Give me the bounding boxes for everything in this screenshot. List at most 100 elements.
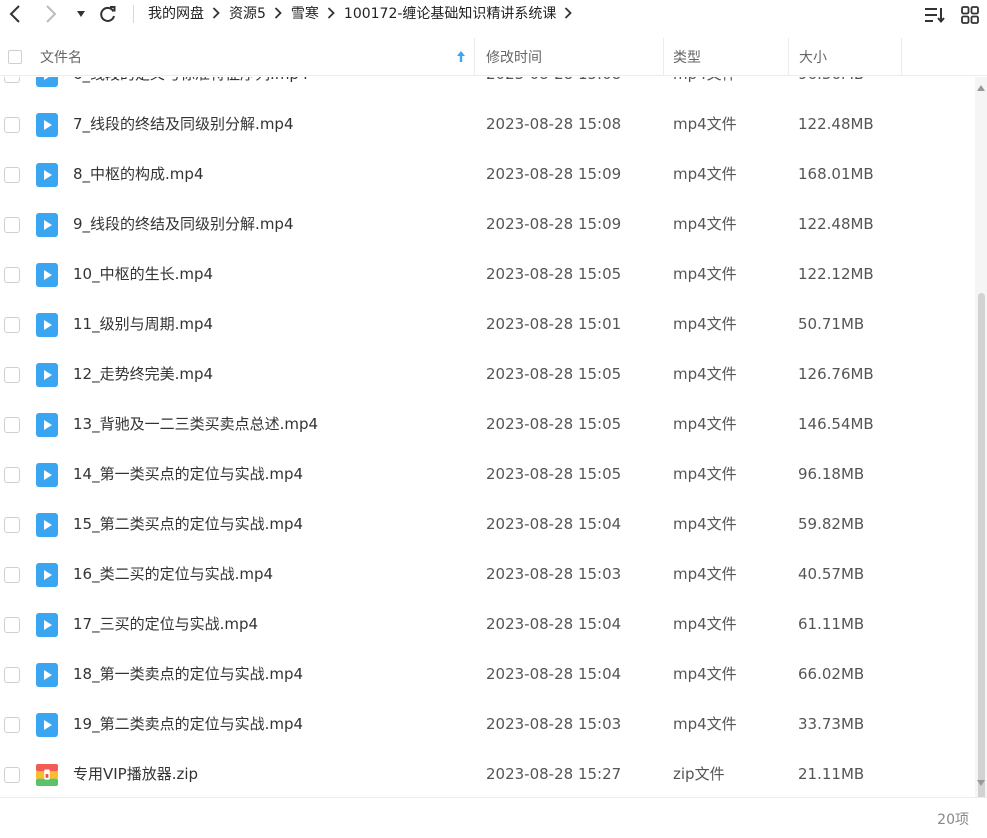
chevron-right-icon xyxy=(46,5,57,23)
file-row[interactable]: 9_线段的终结及同级别分解.mp4 2023-08-28 15:09 mp4文件 12… xyxy=(0,199,975,249)
file-name[interactable]: 15_第二类买点的定位与实战.mp4 xyxy=(73,499,303,549)
file-name[interactable]: 6_线段的定义与标准特征序列.mp4 xyxy=(73,77,309,99)
grid-view-icon xyxy=(961,6,979,24)
file-row[interactable]: 17_三买的定位与实战.mp4 2023-08-28 15:04 mp4文件 61.1… xyxy=(0,599,975,649)
grid-view-button[interactable] xyxy=(959,4,981,26)
file-name[interactable]: 17_三买的定位与实战.mp4 xyxy=(73,599,258,649)
row-checkbox[interactable] xyxy=(4,117,20,133)
row-checkbox[interactable] xyxy=(4,217,20,233)
scrollbar-thumb[interactable] xyxy=(978,293,985,803)
scroll-up-icon[interactable] xyxy=(977,85,985,91)
caret-down-icon xyxy=(77,11,85,17)
file-size: 33.73MB xyxy=(798,715,865,733)
breadcrumb-item[interactable]: 我的网盘 xyxy=(148,3,204,23)
file-name[interactable]: 14_第一类买点的定位与实战.mp4 xyxy=(73,449,303,499)
video-file-icon xyxy=(36,413,58,437)
file-type: mp4文件 xyxy=(673,715,737,733)
file-row[interactable]: 19_第二类卖点的定位与实战.mp4 2023-08-28 15:03 mp4文件 3… xyxy=(0,699,975,749)
row-checkbox[interactable] xyxy=(4,417,20,433)
column-header-type[interactable]: 类型 xyxy=(664,38,789,76)
back-button[interactable] xyxy=(5,3,25,25)
file-name[interactable]: 9_线段的终结及同级别分解.mp4 xyxy=(73,199,294,249)
row-checkbox[interactable] xyxy=(4,567,20,583)
file-name[interactable]: 16_类二买的定位与实战.mp4 xyxy=(73,549,273,599)
video-file-icon xyxy=(36,313,58,337)
row-checkbox[interactable] xyxy=(4,617,20,633)
file-name[interactable]: 7_线段的终结及同级别分解.mp4 xyxy=(73,99,294,149)
file-date: 2023-08-28 15:03 xyxy=(486,565,622,583)
file-name[interactable]: 11_级别与周期.mp4 xyxy=(73,299,213,349)
file-row[interactable]: 10_中枢的生长.mp4 2023-08-28 15:05 mp4文件 122.12M… xyxy=(0,249,975,299)
row-checkbox[interactable] xyxy=(4,467,20,483)
arrow-up-icon xyxy=(457,51,465,62)
file-name[interactable]: 8_中枢的构成.mp4 xyxy=(73,149,204,199)
file-date: 2023-08-28 15:05 xyxy=(486,465,622,483)
file-row[interactable]: 11_级别与周期.mp4 2023-08-28 15:01 mp4文件 50.71MB xyxy=(0,299,975,349)
breadcrumb: 我的网盘 资源5 雪寒 100172-缠论基础知识精讲系统课 xyxy=(148,0,581,26)
row-checkbox[interactable] xyxy=(4,667,20,683)
video-file-icon xyxy=(36,613,58,637)
refresh-button[interactable] xyxy=(97,3,119,25)
file-row[interactable]: 7_线段的终结及同级别分解.mp4 2023-08-28 15:08 mp4文件 12… xyxy=(0,99,975,149)
row-checkbox[interactable] xyxy=(4,317,20,333)
scroll-down-icon[interactable] xyxy=(977,780,985,786)
file-size: 122.12MB xyxy=(798,265,874,283)
file-date: 2023-08-28 15:09 xyxy=(486,215,622,233)
breadcrumb-item[interactable]: 100172-缠论基础知识精讲系统课 xyxy=(344,3,557,23)
file-row-partial[interactable]: 6_线段的定义与标准特征序列.mp4 2023-08-28 15:08 mp4文… xyxy=(0,77,975,99)
row-checkbox[interactable] xyxy=(4,367,20,383)
file-name[interactable]: 10_中枢的生长.mp4 xyxy=(73,249,213,299)
file-row[interactable]: 14_第一类买点的定位与实战.mp4 2023-08-28 15:05 mp4文件 9… xyxy=(0,449,975,499)
file-row[interactable]: 12_走势终完美.mp4 2023-08-28 15:05 mp4文件 126.76M… xyxy=(0,349,975,399)
row-checkbox[interactable] xyxy=(4,767,20,783)
row-checkbox[interactable] xyxy=(4,167,20,183)
file-row[interactable]: 15_第二类买点的定位与实战.mp4 2023-08-28 15:04 mp4文件 5… xyxy=(0,499,975,549)
file-size: 59.82MB xyxy=(798,515,865,533)
file-size: 96.18MB xyxy=(798,465,865,483)
item-count: 20项 xyxy=(937,812,969,828)
file-size: 21.11MB xyxy=(798,765,865,783)
select-all-checkbox[interactable] xyxy=(8,50,22,64)
video-file-icon xyxy=(36,263,58,287)
file-type: mp4文件 xyxy=(673,565,737,583)
row-checkbox[interactable] xyxy=(4,517,20,533)
file-row[interactable]: 18_第一类卖点的定位与实战.mp4 2023-08-28 15:04 mp4文件 6… xyxy=(0,649,975,699)
file-row[interactable]: 13_背驰及一二三类买卖点总述.mp4 2023-08-28 15:05 mp4文件… xyxy=(0,399,975,449)
toolbar: 我的网盘 资源5 雪寒 100172-缠论基础知识精讲系统课 xyxy=(0,0,987,30)
chevron-right-icon xyxy=(565,7,573,19)
file-date: 2023-08-28 15:08 xyxy=(486,115,622,133)
row-checkbox[interactable] xyxy=(4,77,20,83)
column-header-name-label: 文件名 xyxy=(40,50,82,66)
file-type: mp4文件 xyxy=(673,115,737,133)
video-file-icon xyxy=(36,213,58,237)
row-checkbox[interactable] xyxy=(4,717,20,733)
video-file-icon xyxy=(36,563,58,587)
file-size: 168.01MB xyxy=(798,165,874,183)
zip-file-icon xyxy=(36,764,58,786)
file-name[interactable]: 专用VIP播放器.zip xyxy=(73,749,198,797)
file-row[interactable]: 专用VIP播放器.zip 2023-08-28 15:27 zip文件 21.11MB xyxy=(0,749,975,797)
file-type: mp4文件 xyxy=(673,165,737,183)
file-size: 40.57MB xyxy=(798,565,865,583)
column-header-date[interactable]: 修改时间 xyxy=(476,38,664,76)
file-row[interactable]: 8_中枢的构成.mp4 2023-08-28 15:09 mp4文件 168.01MB xyxy=(0,149,975,199)
file-row[interactable]: 16_类二买的定位与实战.mp4 2023-08-28 15:03 mp4文件 40.… xyxy=(0,549,975,599)
forward-button[interactable] xyxy=(41,3,61,25)
sort-options-button[interactable] xyxy=(924,4,946,26)
vertical-scrollbar[interactable] xyxy=(975,77,987,803)
breadcrumb-item[interactable]: 雪寒 xyxy=(291,3,319,23)
row-checkbox[interactable] xyxy=(4,267,20,283)
video-file-icon xyxy=(36,513,58,537)
file-name[interactable]: 19_第二类卖点的定位与实战.mp4 xyxy=(73,699,303,749)
file-date: 2023-08-28 15:03 xyxy=(486,715,622,733)
video-file-icon xyxy=(36,113,58,137)
column-header-name[interactable]: 文件名 xyxy=(40,38,475,76)
file-date: 2023-08-28 15:01 xyxy=(486,315,622,333)
breadcrumb-item[interactable]: 资源5 xyxy=(229,3,266,23)
file-name[interactable]: 18_第一类卖点的定位与实战.mp4 xyxy=(73,649,303,699)
breadcrumb-separator xyxy=(274,7,282,19)
column-header-size[interactable]: 大小 xyxy=(789,38,902,76)
history-dropdown-button[interactable] xyxy=(74,3,88,25)
file-name[interactable]: 13_背驰及一二三类买卖点总述.mp4 xyxy=(73,399,318,449)
file-name[interactable]: 12_走势终完美.mp4 xyxy=(73,349,213,399)
